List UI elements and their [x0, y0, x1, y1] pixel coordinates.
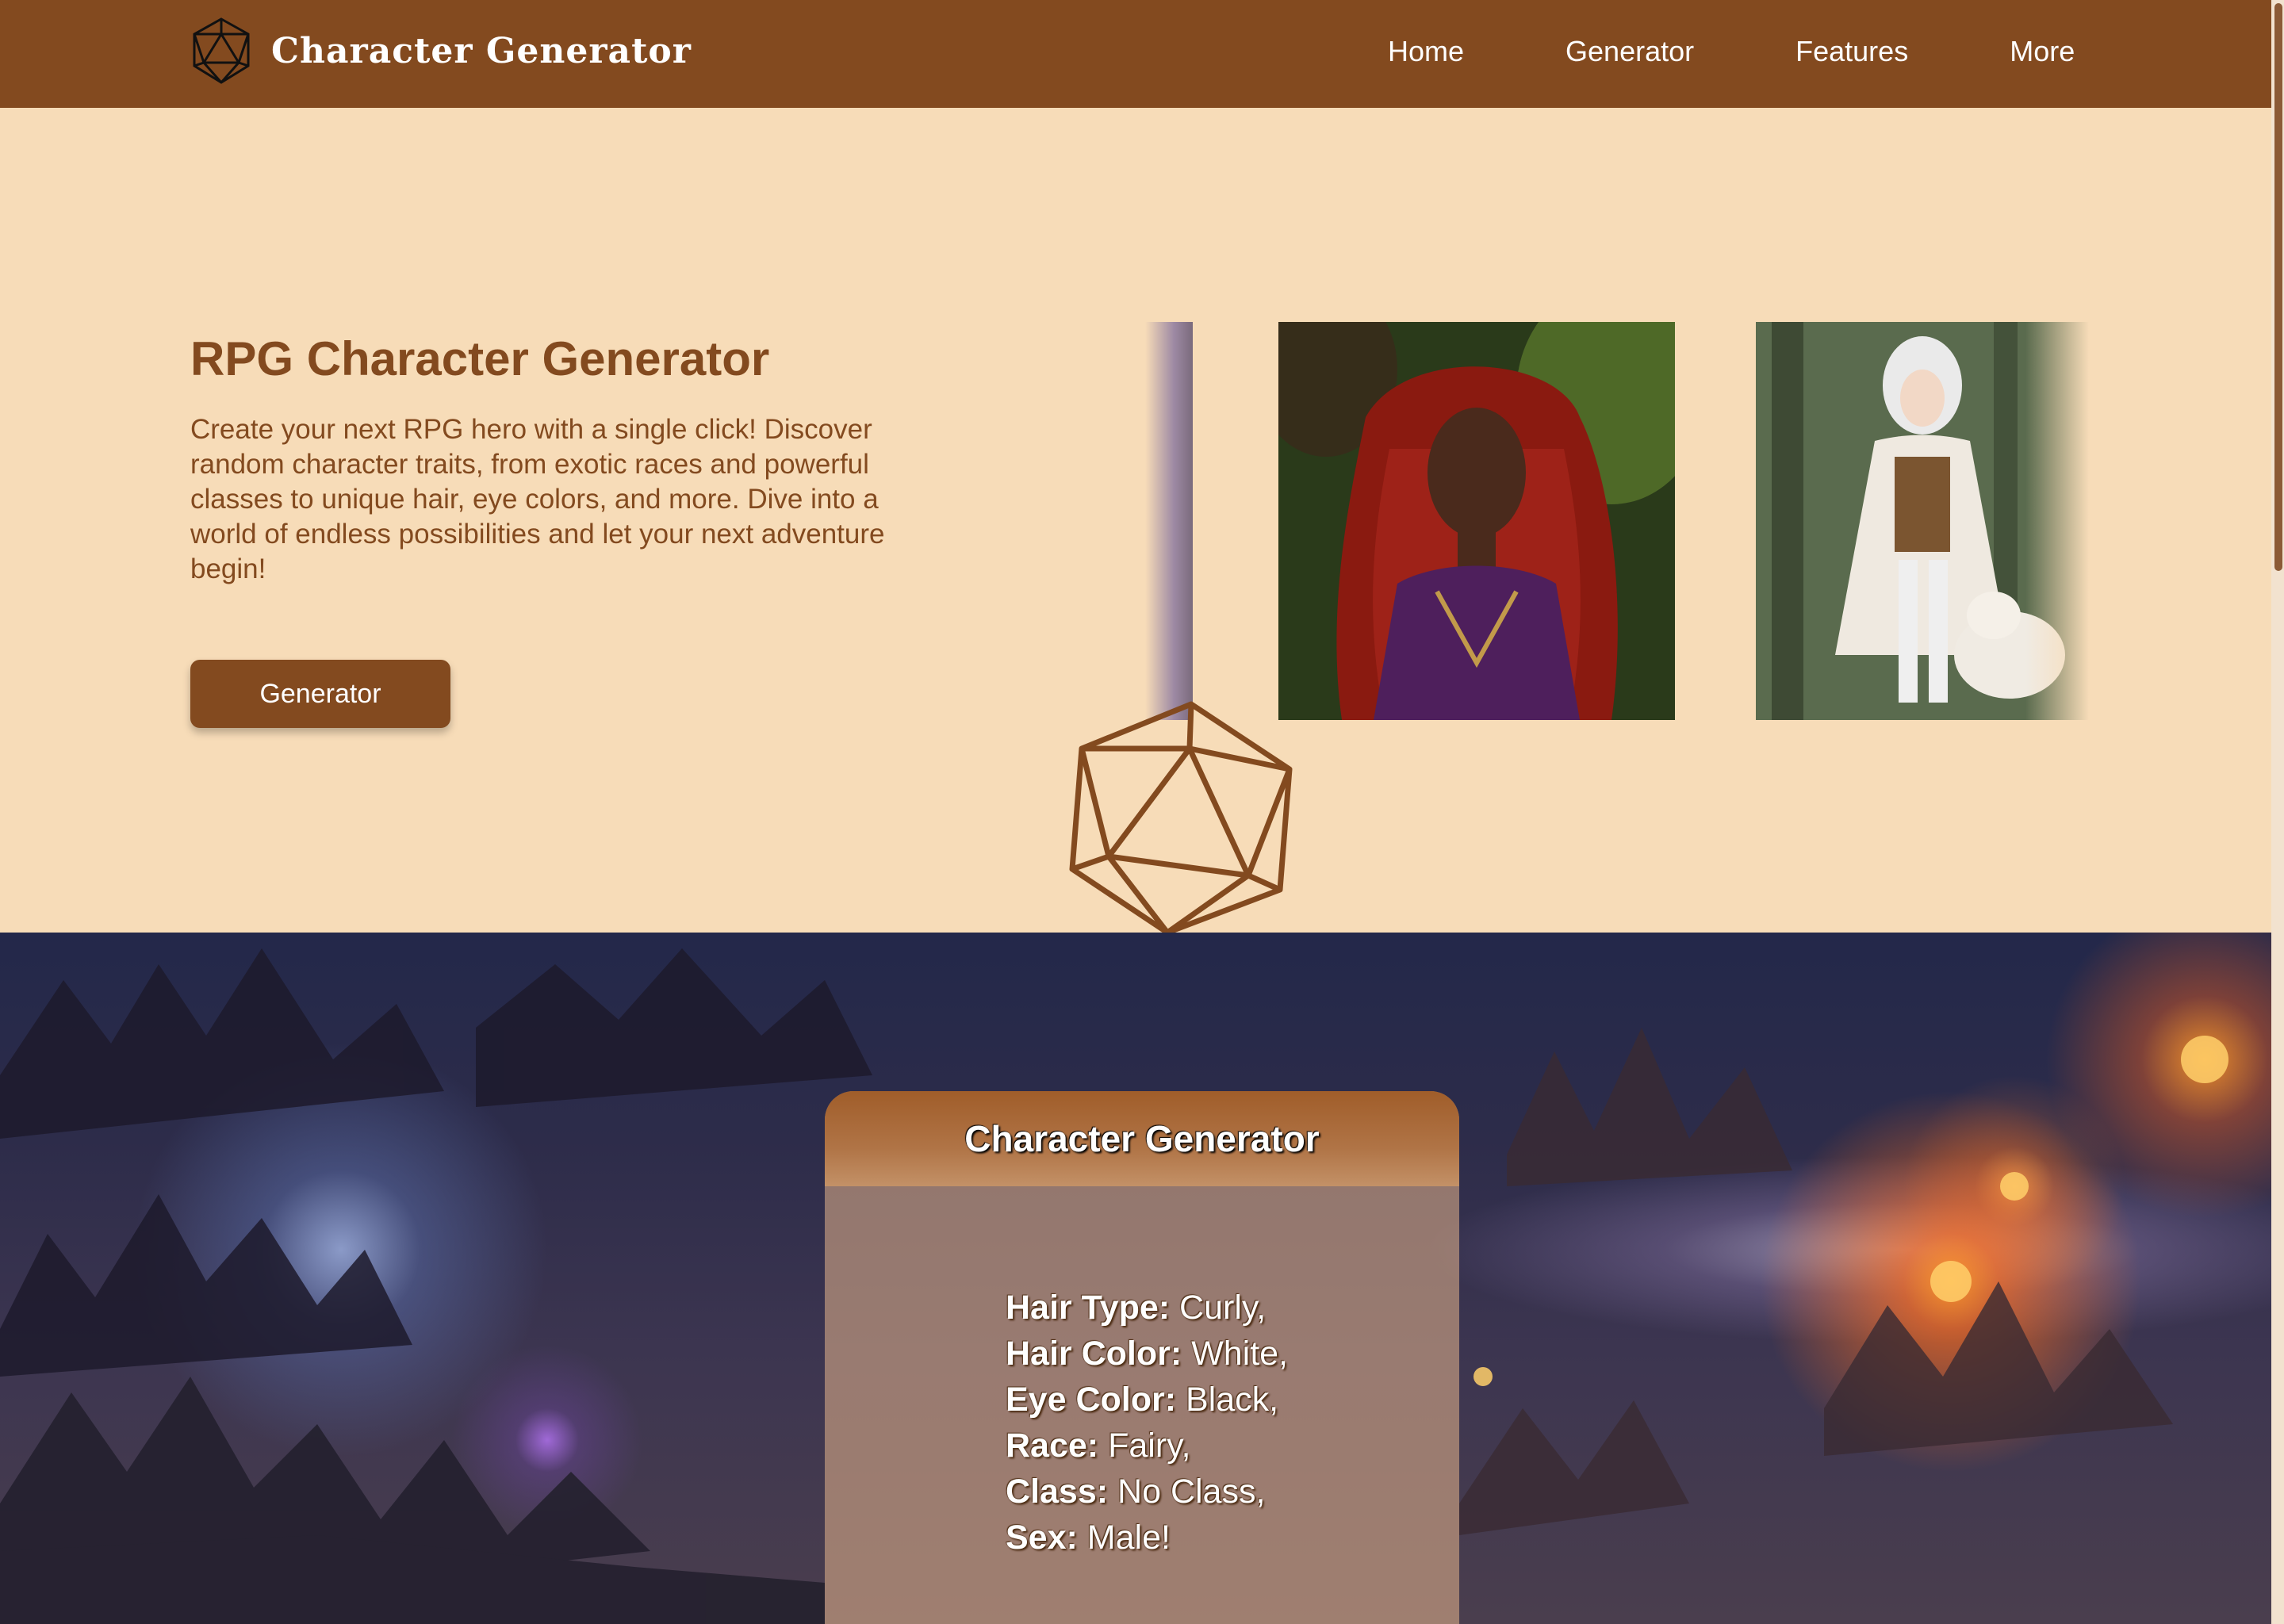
character-generator-card: Character Generator Hair Type: Curly, Ha…: [825, 1091, 1459, 1624]
navbar: Character Generator Home Generator Featu…: [0, 0, 2271, 108]
carousel-image-white-haired-elf: [1756, 322, 2089, 720]
generator-button[interactable]: Generator: [190, 660, 450, 728]
hero-title: RPG Character Generator: [190, 332, 770, 385]
carousel-image-red-haired-sorceress: [1278, 322, 1675, 720]
nav-link-more[interactable]: More: [2010, 35, 2075, 68]
card-title: Character Generator: [964, 1118, 1320, 1159]
nav-link-generator[interactable]: Generator: [1565, 35, 1694, 68]
trait-hair-color: Hair Color: White,: [1006, 1335, 1289, 1373]
trait-sex: Sex: Male!: [1006, 1519, 1171, 1557]
nav-links: Home Generator Features More: [1388, 35, 2075, 68]
brand-link[interactable]: Character Generator: [190, 16, 692, 86]
carousel-image-partial: [1145, 322, 1193, 720]
red-haired-sorceress-image: [1278, 322, 1675, 720]
d20-outline-icon: [1069, 701, 1293, 936]
card-header: Character Generator: [825, 1091, 1459, 1186]
trait-eye-color: Eye Color: Black,: [1006, 1381, 1279, 1419]
traits-list: Hair Type: Curly, Hair Color: White, Eye…: [1006, 1285, 1288, 1561]
trait-race: Race: Fairy,: [1006, 1427, 1191, 1465]
d20-dice-icon: [193, 17, 250, 84]
nav-link-home[interactable]: Home: [1388, 35, 1464, 68]
page-scrollbar[interactable]: [2271, 0, 2284, 1624]
trait-hair-type: Hair Type: Curly,: [1006, 1289, 1267, 1327]
white-haired-elf-with-wolf-image: [1756, 322, 2089, 720]
hero-description: Create your next RPG hero with a single …: [190, 414, 885, 584]
scrollbar-thumb[interactable]: [2274, 3, 2282, 571]
nav-link-features[interactable]: Features: [1795, 35, 1908, 68]
trait-class: Class: No Class,: [1006, 1473, 1266, 1511]
brand-name: Character Generator: [271, 30, 692, 71]
